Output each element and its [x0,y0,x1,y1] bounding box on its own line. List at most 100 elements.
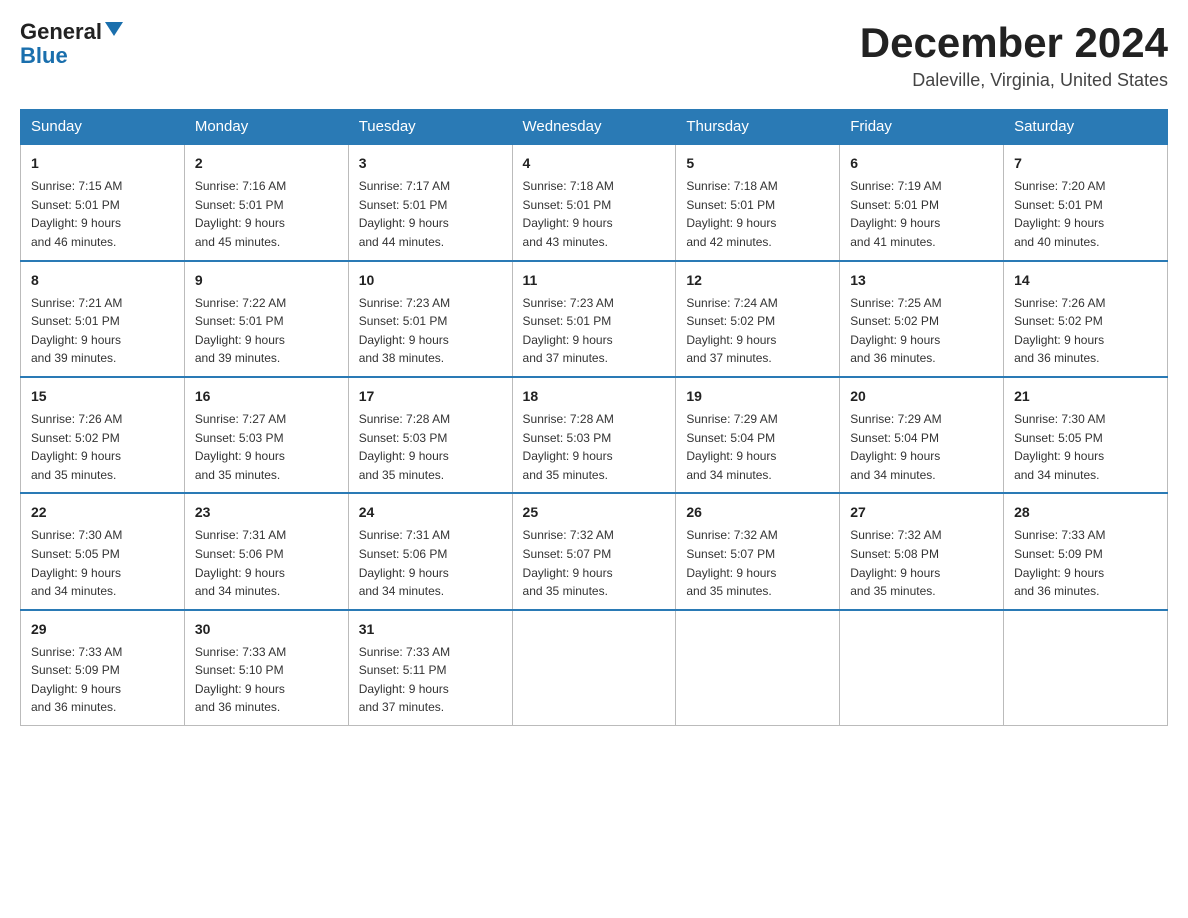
day-info: Sunrise: 7:19 AMSunset: 5:01 PMDaylight:… [850,177,993,251]
day-number: 22 [31,502,174,523]
day-info: Sunrise: 7:33 AMSunset: 5:11 PMDaylight:… [359,643,502,717]
calendar-cell: 18Sunrise: 7:28 AMSunset: 5:03 PMDayligh… [512,377,676,493]
day-info: Sunrise: 7:28 AMSunset: 5:03 PMDaylight:… [359,410,502,484]
calendar-cell [676,610,840,726]
day-number: 1 [31,153,174,174]
day-info: Sunrise: 7:18 AMSunset: 5:01 PMDaylight:… [686,177,829,251]
day-info: Sunrise: 7:30 AMSunset: 5:05 PMDaylight:… [1014,410,1157,484]
calendar-cell: 26 Sunrise: 7:32 AMSunset: 5:07 PMDayligh… [676,493,840,609]
day-number: 11 [523,270,666,291]
day-number: 2 [195,153,338,174]
calendar-cell: 2Sunrise: 7:16 AMSunset: 5:01 PMDaylight… [184,144,348,260]
logo-general: General [20,20,102,44]
calendar-week-row: 1Sunrise: 7:15 AMSunset: 5:01 PMDaylight… [21,144,1168,260]
weekday-header-friday: Friday [840,110,1004,145]
day-number: 30 [195,619,338,640]
calendar-cell [1004,610,1168,726]
day-info: Sunrise: 7:24 AMSunset: 5:02 PMDaylight:… [686,294,829,368]
calendar-cell: 1Sunrise: 7:15 AMSunset: 5:01 PMDaylight… [21,144,185,260]
calendar-cell: 6Sunrise: 7:19 AMSunset: 5:01 PMDaylight… [840,144,1004,260]
day-info: Sunrise: 7:25 AMSunset: 5:02 PMDaylight:… [850,294,993,368]
calendar-cell: 15 Sunrise: 7:26 AMSunset: 5:02 PMDayligh… [21,377,185,493]
day-info: Sunrise: 7:29 AMSunset: 5:04 PMDaylight:… [686,410,829,484]
day-number: 19 [686,386,829,407]
title-block: December 2024 Daleville, Virginia, Unite… [860,20,1168,91]
calendar-cell: 31 Sunrise: 7:33 AMSunset: 5:11 PMDayligh… [348,610,512,726]
day-number: 16 [195,386,338,407]
calendar-cell: 29 Sunrise: 7:33 AMSunset: 5:09 PMDayligh… [21,610,185,726]
calendar-cell: 21 Sunrise: 7:30 AMSunset: 5:05 PMDayligh… [1004,377,1168,493]
day-info: Sunrise: 7:23 AMSunset: 5:01 PMDaylight:… [523,294,666,368]
calendar-cell [840,610,1004,726]
logo-triangle-icon [105,22,123,36]
calendar-table: SundayMondayTuesdayWednesdayThursdayFrid… [20,109,1168,726]
day-number: 10 [359,270,502,291]
day-info: Sunrise: 7:32 AMSunset: 5:07 PMDaylight:… [523,526,666,600]
day-number: 5 [686,153,829,174]
day-number: 27 [850,502,993,523]
calendar-cell: 4Sunrise: 7:18 AMSunset: 5:01 PMDaylight… [512,144,676,260]
calendar-cell: 20Sunrise: 7:29 AMSunset: 5:04 PMDayligh… [840,377,1004,493]
day-number: 25 [523,502,666,523]
calendar-cell: 23 Sunrise: 7:31 AMSunset: 5:06 PMDayligh… [184,493,348,609]
calendar-week-row: 22 Sunrise: 7:30 AMSunset: 5:05 PMDayligh… [21,493,1168,609]
calendar-week-row: 29 Sunrise: 7:33 AMSunset: 5:09 PMDayligh… [21,610,1168,726]
weekday-header-thursday: Thursday [676,110,840,145]
day-number: 14 [1014,270,1157,291]
day-info: Sunrise: 7:31 AMSunset: 5:06 PMDaylight:… [359,526,502,600]
day-info: Sunrise: 7:26 AMSunset: 5:02 PMDaylight:… [1014,294,1157,368]
calendar-cell: 7Sunrise: 7:20 AMSunset: 5:01 PMDaylight… [1004,144,1168,260]
weekday-header-tuesday: Tuesday [348,110,512,145]
day-info: Sunrise: 7:31 AMSunset: 5:06 PMDaylight:… [195,526,338,600]
day-info: Sunrise: 7:30 AMSunset: 5:05 PMDaylight:… [31,526,174,600]
day-number: 21 [1014,386,1157,407]
calendar-cell: 8 Sunrise: 7:21 AMSunset: 5:01 PMDaylight… [21,261,185,377]
calendar-week-row: 8 Sunrise: 7:21 AMSunset: 5:01 PMDaylight… [21,261,1168,377]
day-number: 28 [1014,502,1157,523]
calendar-cell: 14 Sunrise: 7:26 AMSunset: 5:02 PMDayligh… [1004,261,1168,377]
calendar-cell: 25 Sunrise: 7:32 AMSunset: 5:07 PMDayligh… [512,493,676,609]
weekday-header-row: SundayMondayTuesdayWednesdayThursdayFrid… [21,110,1168,145]
logo-blue: Blue [20,43,68,68]
day-number: 13 [850,270,993,291]
calendar-cell: 22 Sunrise: 7:30 AMSunset: 5:05 PMDayligh… [21,493,185,609]
day-info: Sunrise: 7:33 AMSunset: 5:09 PMDaylight:… [31,643,174,717]
weekday-header-wednesday: Wednesday [512,110,676,145]
day-number: 3 [359,153,502,174]
day-number: 26 [686,502,829,523]
day-info: Sunrise: 7:23 AMSunset: 5:01 PMDaylight:… [359,294,502,368]
logo: General Blue [20,20,123,68]
day-number: 9 [195,270,338,291]
calendar-cell: 10 Sunrise: 7:23 AMSunset: 5:01 PMDayligh… [348,261,512,377]
day-number: 29 [31,619,174,640]
day-info: Sunrise: 7:21 AMSunset: 5:01 PMDaylight:… [31,294,174,368]
location-subtitle: Daleville, Virginia, United States [860,70,1168,91]
page-header: General Blue December 2024 Daleville, Vi… [20,20,1168,91]
calendar-cell: 3 Sunrise: 7:17 AMSunset: 5:01 PMDaylight… [348,144,512,260]
day-info: Sunrise: 7:27 AMSunset: 5:03 PMDaylight:… [195,410,338,484]
day-info: Sunrise: 7:26 AMSunset: 5:02 PMDaylight:… [31,410,174,484]
day-info: Sunrise: 7:22 AMSunset: 5:01 PMDaylight:… [195,294,338,368]
calendar-cell: 24Sunrise: 7:31 AMSunset: 5:06 PMDayligh… [348,493,512,609]
day-info: Sunrise: 7:32 AMSunset: 5:07 PMDaylight:… [686,526,829,600]
calendar-cell: 17Sunrise: 7:28 AMSunset: 5:03 PMDayligh… [348,377,512,493]
weekday-header-saturday: Saturday [1004,110,1168,145]
day-info: Sunrise: 7:33 AMSunset: 5:09 PMDaylight:… [1014,526,1157,600]
calendar-cell: 5 Sunrise: 7:18 AMSunset: 5:01 PMDaylight… [676,144,840,260]
day-number: 4 [523,153,666,174]
calendar-cell: 27 Sunrise: 7:32 AMSunset: 5:08 PMDayligh… [840,493,1004,609]
day-number: 8 [31,270,174,291]
calendar-cell: 12 Sunrise: 7:24 AMSunset: 5:02 PMDayligh… [676,261,840,377]
calendar-cell: 11 Sunrise: 7:23 AMSunset: 5:01 PMDayligh… [512,261,676,377]
day-number: 15 [31,386,174,407]
calendar-cell: 28 Sunrise: 7:33 AMSunset: 5:09 PMDayligh… [1004,493,1168,609]
day-number: 12 [686,270,829,291]
day-number: 20 [850,386,993,407]
calendar-cell: 16 Sunrise: 7:27 AMSunset: 5:03 PMDayligh… [184,377,348,493]
day-number: 31 [359,619,502,640]
day-info: Sunrise: 7:17 AMSunset: 5:01 PMDaylight:… [359,177,502,251]
day-info: Sunrise: 7:20 AMSunset: 5:01 PMDaylight:… [1014,177,1157,251]
day-info: Sunrise: 7:32 AMSunset: 5:08 PMDaylight:… [850,526,993,600]
calendar-cell [512,610,676,726]
day-number: 23 [195,502,338,523]
